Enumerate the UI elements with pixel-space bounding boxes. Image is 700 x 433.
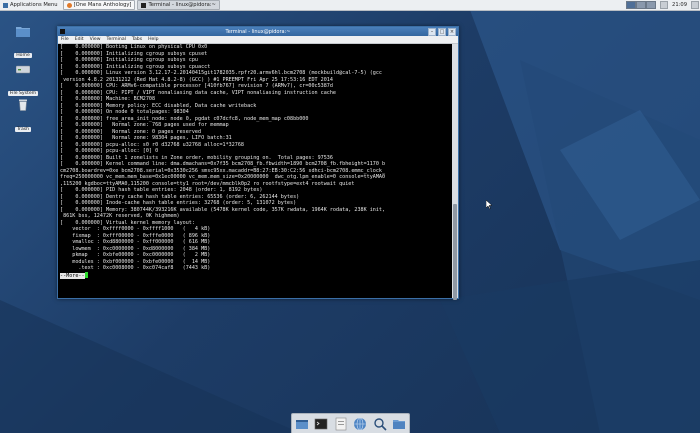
- terminal-output[interactable]: [ 0.000000] Booting Linux on physical CP…: [58, 44, 452, 298]
- drive-icon: [15, 65, 31, 74]
- close-button[interactable]: ×: [448, 28, 456, 36]
- desktop: Applications Menu [One Mans Anthology] T…: [0, 0, 700, 433]
- folder-icon[interactable]: [392, 417, 406, 431]
- applications-menu-icon: [3, 2, 8, 8]
- trash-icon: [19, 99, 27, 111]
- desktop-icon-home[interactable]: Home: [5, 22, 41, 60]
- workspace-1[interactable]: [626, 1, 637, 9]
- top-panel: Applications Menu [One Mans Anthology] T…: [0, 0, 700, 11]
- browser-icon[interactable]: [353, 417, 367, 431]
- workspace-3[interactable]: [646, 1, 657, 9]
- taskbar-item-terminal[interactable]: Terminal - linux@pidora:~: [137, 0, 220, 10]
- menu-edit[interactable]: Edit: [72, 37, 87, 42]
- menu-tabs[interactable]: Tabs: [129, 37, 145, 42]
- desktop-icon-trash[interactable]: Trash: [5, 96, 41, 134]
- more-prompt-line: --More--: [60, 271, 450, 280]
- terminal-scrollbar[interactable]: [452, 44, 458, 300]
- scrollbar-thumb[interactable]: [453, 204, 457, 300]
- workspace-2[interactable]: [636, 1, 647, 9]
- taskbar-item-browser[interactable]: [One Mans Anthology]: [62, 0, 136, 10]
- dock: [291, 413, 410, 433]
- file-manager-icon[interactable]: [334, 417, 348, 431]
- terminal-icon[interactable]: [314, 417, 328, 431]
- menu-bar: File Edit View Terminal Tabs Help: [58, 36, 458, 44]
- maximize-button[interactable]: □: [438, 28, 446, 36]
- browser-icon: [66, 2, 72, 8]
- search-icon[interactable]: [373, 417, 387, 431]
- menu-file[interactable]: File: [58, 37, 72, 42]
- terminal-cursor: [84, 271, 88, 278]
- menu-view[interactable]: View: [87, 37, 104, 42]
- menu-terminal[interactable]: Terminal: [104, 37, 129, 42]
- terminal-icon: [141, 2, 147, 8]
- desktop-icon-file-system[interactable]: File System: [5, 60, 41, 98]
- show-desktop-icon[interactable]: [295, 417, 309, 431]
- menu-help[interactable]: Help: [145, 37, 161, 42]
- window-title: Terminal - linux@pidora:~: [225, 28, 291, 35]
- window-titlebar[interactable]: Terminal - linux@pidora:~ – □ ×: [58, 27, 458, 36]
- power-icon[interactable]: [691, 1, 699, 9]
- mouse-pointer-icon: [486, 200, 493, 210]
- more-prompt: --More--: [60, 272, 85, 279]
- minimize-button[interactable]: –: [428, 28, 436, 36]
- terminal-window: Terminal - linux@pidora:~ – □ × File Edi…: [57, 26, 459, 300]
- applications-menu[interactable]: Applications Menu: [0, 0, 61, 10]
- clock[interactable]: 21:09: [672, 2, 687, 8]
- home-folder-icon: [16, 27, 30, 37]
- system-tray: 21:09: [626, 0, 700, 10]
- network-icon[interactable]: [660, 1, 669, 9]
